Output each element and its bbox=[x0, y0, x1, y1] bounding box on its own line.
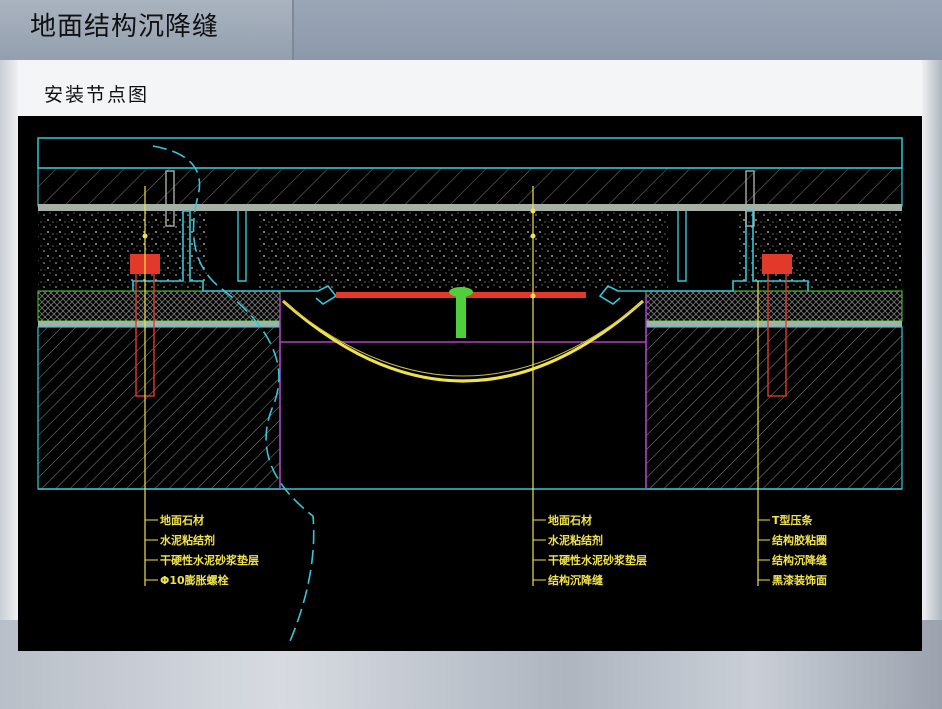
subtitle: 安装节点图 bbox=[44, 84, 150, 106]
anchor-nut-right bbox=[762, 254, 792, 274]
mortar-center bbox=[258, 211, 668, 291]
concrete-left bbox=[37, 326, 281, 490]
label-left-4: Φ10膨胀螺栓 bbox=[160, 573, 229, 587]
leader-dot-l1 bbox=[142, 233, 148, 239]
label-right-2: 结构胶粘圈 bbox=[771, 533, 827, 547]
adhesive-left bbox=[37, 290, 281, 322]
label-center-3: 干硬性水泥砂浆垫层 bbox=[548, 553, 647, 567]
cad-drawing: 地面石材 水泥粘结剂 干硬性水泥砂浆垫层 Φ10膨胀螺栓 地面石材 水泥粘结剂 … bbox=[18, 116, 922, 651]
slide-title: 地面结构沉降缝 bbox=[30, 12, 220, 42]
label-center-2: 水泥粘结剂 bbox=[548, 533, 603, 547]
background-right-shade bbox=[922, 60, 942, 660]
base-strip-right bbox=[646, 321, 902, 327]
leader-dot-c2 bbox=[530, 233, 536, 239]
label-right-4: 黑漆装饰面 bbox=[772, 573, 827, 587]
title-box: 地面结构沉降缝 bbox=[0, 0, 294, 60]
label-left-2: 水泥粘结剂 bbox=[160, 533, 215, 547]
stone-edge bbox=[38, 204, 902, 211]
label-group-right: T型压条 结构胶粘圈 结构沉降缝 黑漆装饰面 bbox=[758, 513, 827, 587]
stone-layer bbox=[37, 167, 903, 207]
adhesive-right bbox=[645, 290, 903, 322]
background-left-shade bbox=[0, 60, 18, 660]
label-center-4: 结构沉降缝 bbox=[547, 573, 603, 587]
leader-dot-c3 bbox=[530, 293, 536, 299]
label-right-1: T型压条 bbox=[772, 513, 814, 527]
concrete-right bbox=[645, 326, 903, 490]
label-left-1: 地面石材 bbox=[160, 513, 204, 527]
profile-right-inner bbox=[677, 211, 687, 282]
label-group-left: 地面石材 水泥粘结剂 干硬性水泥砂浆垫层 Φ10膨胀螺栓 bbox=[145, 513, 259, 587]
center-bolt bbox=[456, 296, 466, 338]
base-strip-left bbox=[38, 321, 280, 327]
label-center-1: 地面石材 bbox=[548, 513, 592, 527]
leader-dot-c1 bbox=[530, 208, 536, 214]
label-left-3: 干硬性水泥砂浆垫层 bbox=[160, 553, 259, 567]
slide: 地面结构沉降缝 安装节点图 地面石材 水泥粘结剂 干硬性水泥砂浆垫层 Φ10膨胀… bbox=[0, 0, 942, 709]
profile-left-inner bbox=[237, 211, 247, 282]
center-bolt-head bbox=[449, 287, 473, 297]
top-band bbox=[37, 137, 903, 169]
mortar-right bbox=[738, 211, 902, 291]
label-right-3: 结构沉降缝 bbox=[771, 553, 827, 567]
cad-svg: 地面石材 水泥粘结剂 干硬性水泥砂浆垫层 Φ10膨胀螺栓 地面石材 水泥粘结剂 … bbox=[37, 137, 903, 647]
label-group-center: 地面石材 水泥粘结剂 干硬性水泥砂浆垫层 结构沉降缝 bbox=[533, 513, 647, 587]
